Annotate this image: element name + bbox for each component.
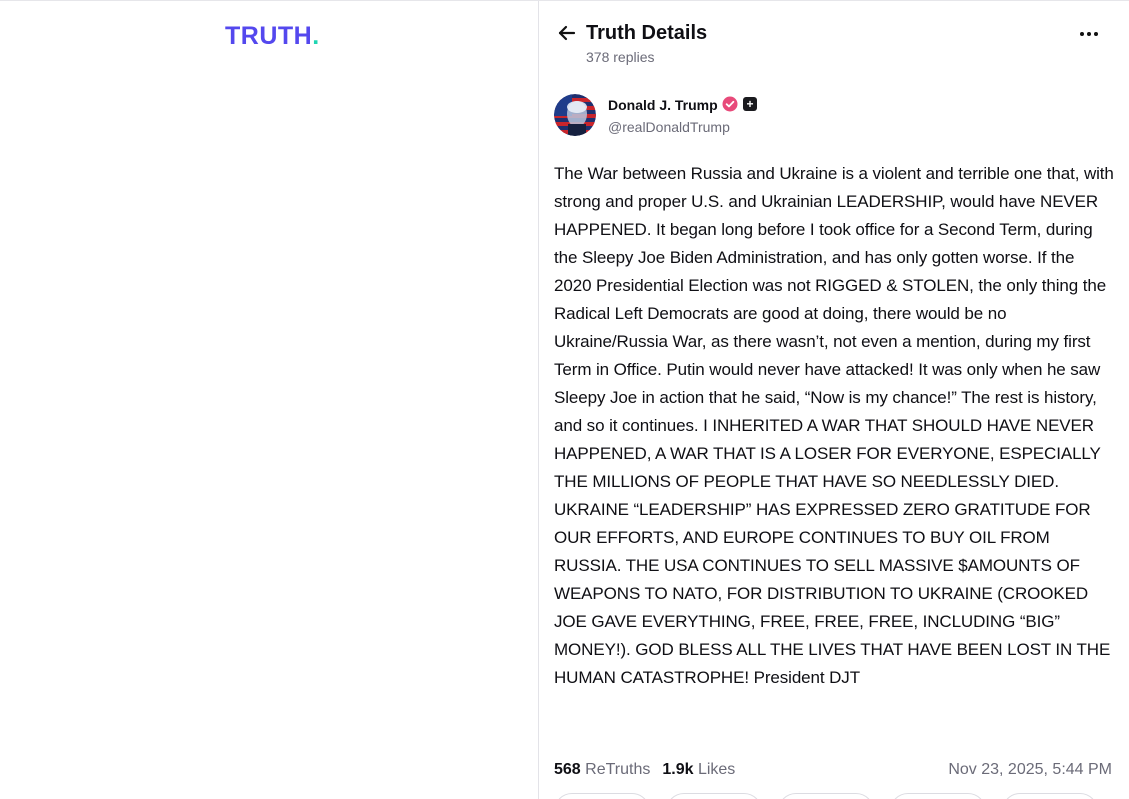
logo-dot: . <box>312 22 320 50</box>
ellipsis-icon-dot <box>1094 32 1098 36</box>
truth-logo[interactable]: TRUTH. <box>225 22 320 50</box>
page-header: Truth Details 378 replies <box>539 1 1129 79</box>
ellipsis-icon <box>1080 32 1084 36</box>
back-button[interactable] <box>555 21 579 45</box>
retruths-stat[interactable]: 568 ReTruths <box>554 760 650 780</box>
retruths-count: 568 <box>554 761 581 778</box>
action-bar <box>554 793 1114 799</box>
retruth-button[interactable] <box>666 793 762 799</box>
retruths-label: ReTruths <box>585 761 651 778</box>
more-options-button[interactable] <box>1077 25 1101 43</box>
likes-count: 1.9k <box>662 761 694 778</box>
author-handle[interactable]: @realDonaldTrump <box>608 119 730 136</box>
avatar-image <box>554 94 596 136</box>
ellipsis-icon-dot <box>1087 32 1091 36</box>
quote-button[interactable] <box>778 793 874 799</box>
post-timestamp: Nov 23, 2025, 5:44 PM <box>948 761 1112 778</box>
replies-count: 378 replies <box>586 49 655 65</box>
likes-stat[interactable]: 1.9k Likes <box>662 760 735 780</box>
post-text: The War between Russia and Ukraine is a … <box>554 164 1114 687</box>
author-name[interactable]: Donald J. Trump <box>608 97 718 114</box>
arrow-left-icon <box>558 25 576 41</box>
plus-badge-icon: + <box>743 97 757 111</box>
page-title: Truth Details <box>586 22 708 44</box>
avatar[interactable] <box>554 94 596 136</box>
reply-button[interactable] <box>554 793 650 799</box>
left-sidebar: TRUTH. <box>0 1 538 799</box>
logo-text: TRUTH <box>225 22 313 50</box>
verified-icon <box>722 96 738 112</box>
likes-label: Likes <box>697 761 736 778</box>
app-window: TRUTH. Truth Details 378 replies Donald … <box>0 0 1129 799</box>
like-button[interactable] <box>890 793 986 799</box>
truth-details-panel: Truth Details 378 replies Donald J. Trum… <box>539 1 1129 799</box>
share-button[interactable] <box>1002 793 1098 799</box>
post-stats: 568 ReTruths 1.9k Likes <box>554 760 735 780</box>
